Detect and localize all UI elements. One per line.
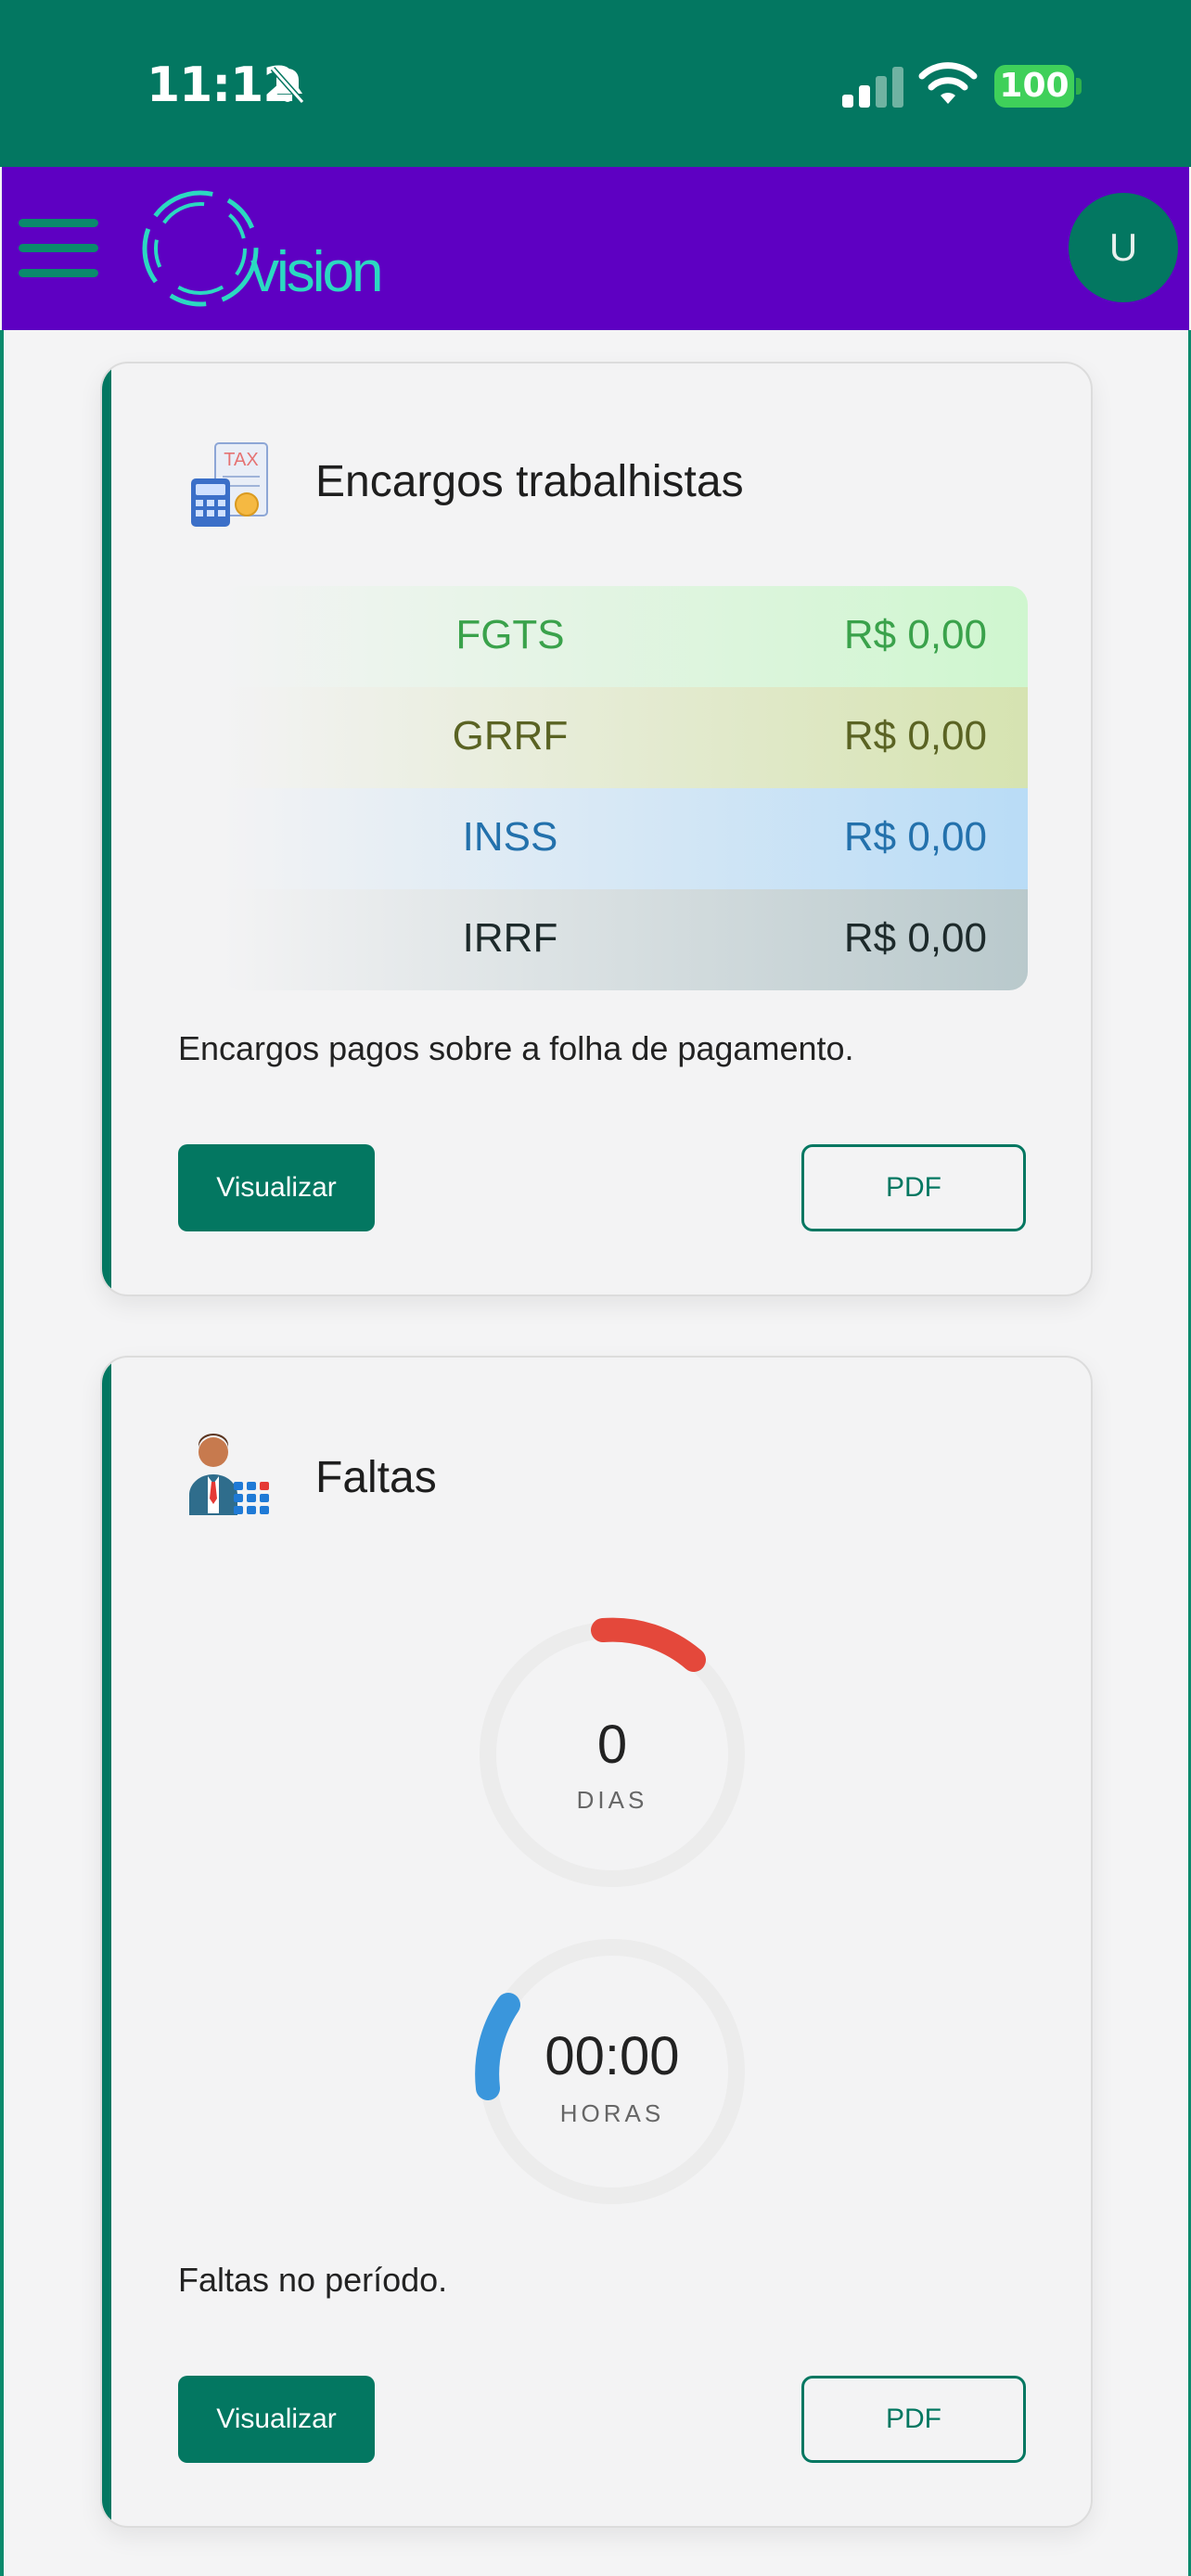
pdf-button[interactable]: PDF xyxy=(801,2376,1026,2463)
row-value: R$ 0,00 xyxy=(843,814,987,860)
encargos-table: FGTS R$ 0,00 GRRF R$ 0,00 INSS R$ 0,00 I… xyxy=(223,586,1028,990)
hours-gauge: 00:00 HORAS xyxy=(473,1932,751,2211)
visualizar-button[interactable]: Visualizar xyxy=(178,2376,375,2463)
avatar[interactable]: U xyxy=(1069,193,1178,302)
app-bar: vision U xyxy=(2,167,1189,330)
logo-ring-icon xyxy=(142,190,259,307)
days-unit: DIAS xyxy=(576,1786,648,1814)
row-label: IRRF xyxy=(462,915,558,961)
row-label: GRRF xyxy=(452,713,569,759)
card-description: Encargos pagos sobre a folha de pagament… xyxy=(178,1029,854,1067)
status-bar: 11:12 100 xyxy=(0,0,1191,167)
tax-calculator-icon: TAX xyxy=(191,442,268,527)
table-row: INSS R$ 0,00 xyxy=(223,788,1028,889)
days-value: 0 xyxy=(596,1715,628,1775)
battery-nub xyxy=(1076,78,1082,95)
employee-calendar-icon xyxy=(189,1434,269,1515)
bell-slash-icon xyxy=(270,67,305,104)
days-gauge: 0 DIAS xyxy=(473,1615,751,1894)
svg-text:TAX: TAX xyxy=(224,450,258,470)
row-value: R$ 0,00 xyxy=(843,915,987,961)
row-value: R$ 0,00 xyxy=(843,612,987,657)
logo-text: vision xyxy=(250,240,384,304)
faltas-card: Faltas 0 DIAS 00:00 HORAS Faltas no perí… xyxy=(100,1356,1093,2528)
menu-icon[interactable] xyxy=(19,219,98,278)
hours-value: 00:00 xyxy=(544,2026,680,2086)
card-description: Faltas no período. xyxy=(178,2261,448,2299)
card-title: Faltas xyxy=(315,1453,437,1502)
visualizar-button[interactable]: Visualizar xyxy=(178,1144,375,1231)
card-title: Encargos trabalhistas xyxy=(315,457,744,506)
pdf-button[interactable]: PDF xyxy=(801,1144,1026,1231)
card-accent xyxy=(102,1358,111,2526)
wifi-icon xyxy=(918,62,978,104)
table-row: FGTS R$ 0,00 xyxy=(223,586,1028,687)
row-value: R$ 0,00 xyxy=(843,713,987,759)
card-accent xyxy=(102,363,111,1294)
page-edge-left xyxy=(0,330,4,2576)
encargos-card: TAX Encargos trabalhistas FGTS R$ 0,00 G… xyxy=(100,362,1093,1296)
battery-icon: 100 xyxy=(994,65,1074,108)
hours-unit: HORAS xyxy=(559,2099,665,2127)
row-label: FGTS xyxy=(455,612,565,657)
table-row: IRRF R$ 0,00 xyxy=(223,889,1028,990)
cellular-signal-icon xyxy=(842,67,903,108)
app-logo[interactable]: vision xyxy=(137,185,388,325)
row-label: INSS xyxy=(462,814,558,860)
table-row: GRRF R$ 0,00 xyxy=(223,687,1028,788)
